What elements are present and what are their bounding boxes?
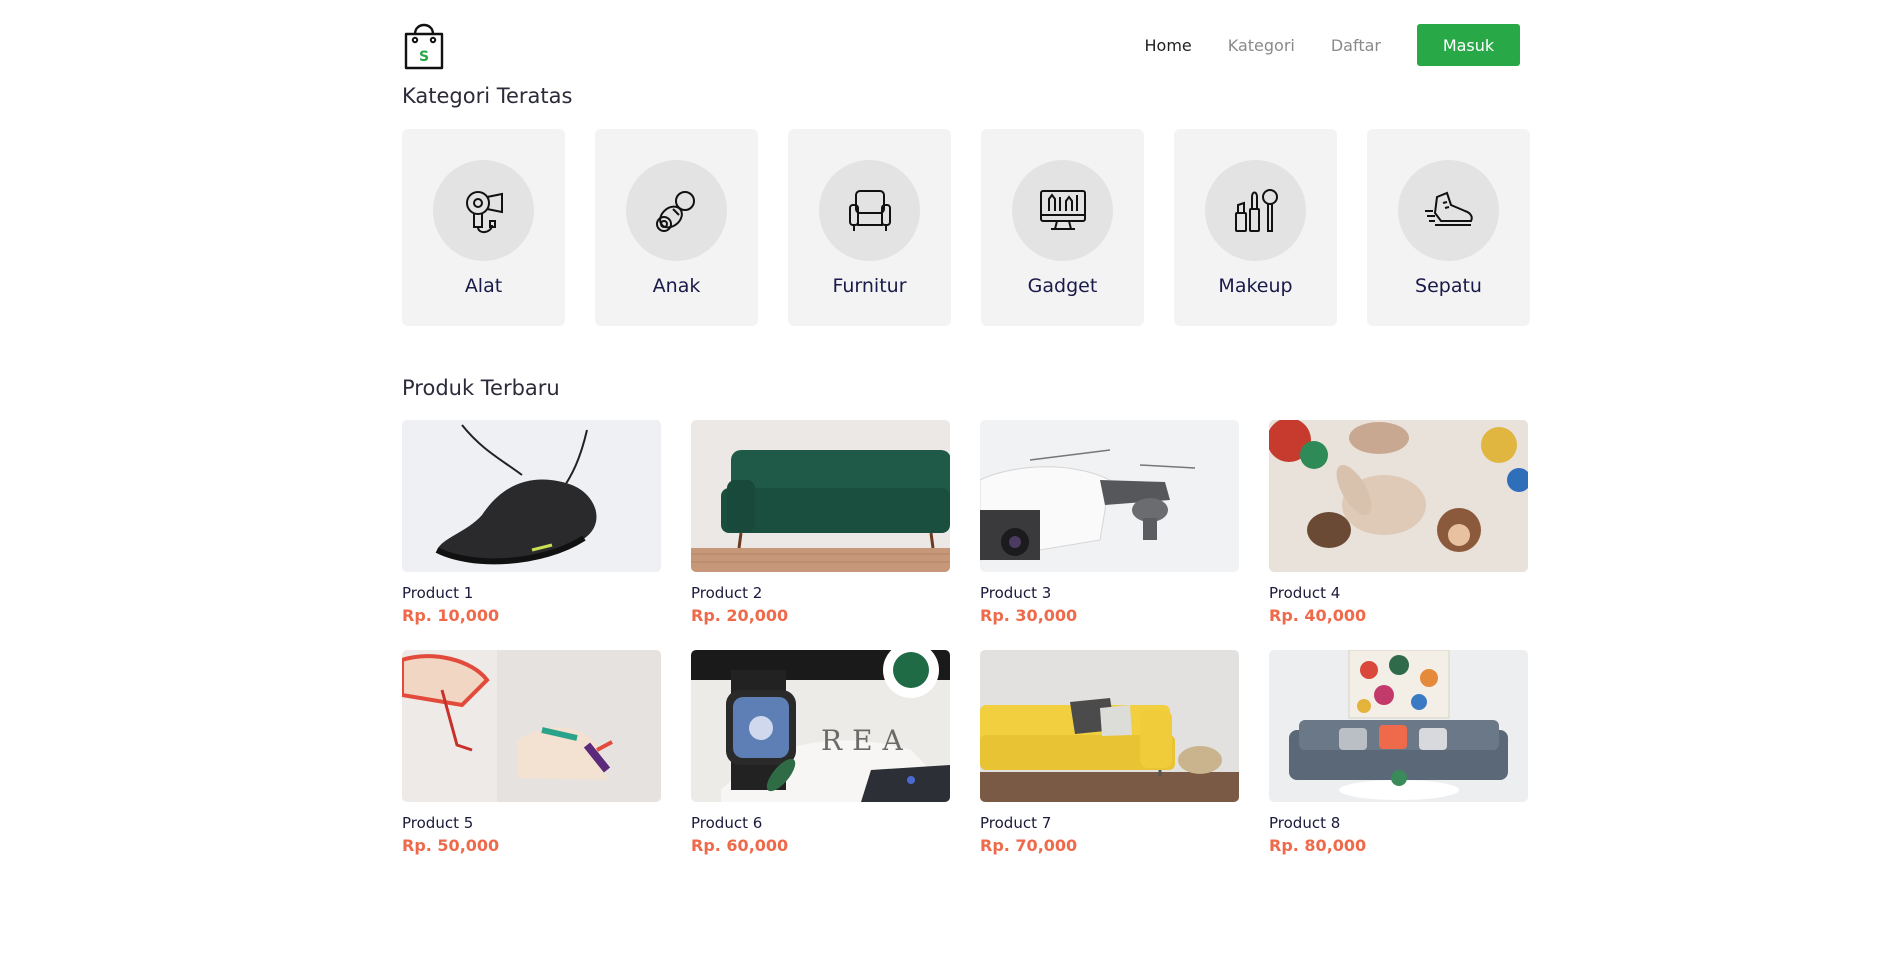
product-price: Rp. 50,000 (402, 836, 500, 855)
product-name: Product 1 (402, 584, 474, 602)
sneaker-icon (1398, 160, 1499, 261)
product-name: Product 6 (691, 814, 763, 832)
product-card[interactable]: REA Product 6 Rp. 60,000 (691, 650, 950, 872)
product-price: Rp. 10,000 (402, 606, 500, 625)
green-sofa-photo[interactable] (691, 420, 950, 572)
svg-text:REA: REA (821, 724, 913, 757)
makeup-icon (1205, 160, 1306, 261)
logo-letter: S (419, 49, 429, 65)
category-card-alat[interactable]: Alat (402, 129, 565, 326)
monitor-tools-icon (1012, 160, 1113, 261)
nav-link-daftar[interactable]: Daftar (1331, 36, 1381, 55)
category-label: Alat (464, 275, 503, 297)
product-price: Rp. 30,000 (980, 606, 1078, 625)
category-label: Anak (652, 275, 701, 297)
product-card[interactable]: Product 8 Rp. 80,000 (1269, 650, 1528, 872)
nav-menu: Home Kategori Daftar Masuk (1145, 24, 1520, 66)
category-label: Sepatu (1415, 275, 1482, 297)
product-price: Rp. 40,000 (1269, 606, 1367, 625)
nav-link-home[interactable]: Home (1145, 36, 1192, 55)
product-price: Rp. 20,000 (691, 606, 789, 625)
login-button[interactable]: Masuk (1417, 24, 1520, 66)
pacifier-icon (626, 160, 727, 261)
category-list: Alat Anak Furnitur Gadget Makeup Sepatu (402, 129, 1530, 326)
product-price: Rp. 80,000 (1269, 836, 1367, 855)
category-label: Gadget (1027, 275, 1098, 297)
categories-title: Kategori Teratas (402, 84, 573, 108)
product-name: Product 7 (980, 814, 1052, 832)
category-card-gadget[interactable]: Gadget (981, 129, 1144, 326)
nav-link-kategori[interactable]: Kategori (1228, 36, 1295, 55)
yellow-sofa-photo[interactable] (980, 650, 1239, 802)
product-card[interactable]: Product 3 Rp. 30,000 (980, 420, 1239, 642)
armchair-icon (819, 160, 920, 261)
navbar: S Home Kategori Daftar Masuk (400, 18, 1520, 72)
plush-toys-photo[interactable] (1269, 420, 1528, 572)
product-card[interactable]: Product 5 Rp. 50,000 (402, 650, 661, 872)
product-price: Rp. 60,000 (691, 836, 789, 855)
black-sneaker-photo[interactable] (402, 420, 661, 572)
shopping-bag-logo-icon[interactable]: S (402, 18, 446, 70)
category-card-furnitur[interactable]: Furnitur (788, 129, 951, 326)
product-name: Product 4 (1269, 584, 1341, 602)
products-title: Produk Terbaru (402, 376, 560, 400)
product-card[interactable]: Product 1 Rp. 10,000 (402, 420, 661, 642)
product-name: Product 3 (980, 584, 1052, 602)
product-card[interactable]: Product 7 Rp. 70,000 (980, 650, 1239, 872)
category-label: Makeup (1218, 275, 1293, 297)
grey-sofa-living-room-photo[interactable] (1269, 650, 1528, 802)
product-name: Product 5 (402, 814, 474, 832)
category-card-anak[interactable]: Anak (595, 129, 758, 326)
product-card[interactable]: Product 4 Rp. 40,000 (1269, 420, 1528, 642)
category-card-sepatu[interactable]: Sepatu (1367, 129, 1530, 326)
product-name: Product 2 (691, 584, 763, 602)
product-name: Product 8 (1269, 814, 1341, 832)
colorful-sneakers-photo[interactable] (402, 650, 661, 802)
product-price: Rp. 70,000 (980, 836, 1078, 855)
hair-dryer-icon (433, 160, 534, 261)
category-card-makeup[interactable]: Makeup (1174, 129, 1337, 326)
drone-photo[interactable] (980, 420, 1239, 572)
product-card[interactable]: Product 2 Rp. 20,000 (691, 420, 950, 642)
category-label: Furnitur (832, 275, 907, 297)
product-grid: Product 1 Rp. 10,000 Product 2 Rp. 20,00… (402, 420, 1528, 872)
smartwatch-photo[interactable]: REA (691, 650, 950, 802)
